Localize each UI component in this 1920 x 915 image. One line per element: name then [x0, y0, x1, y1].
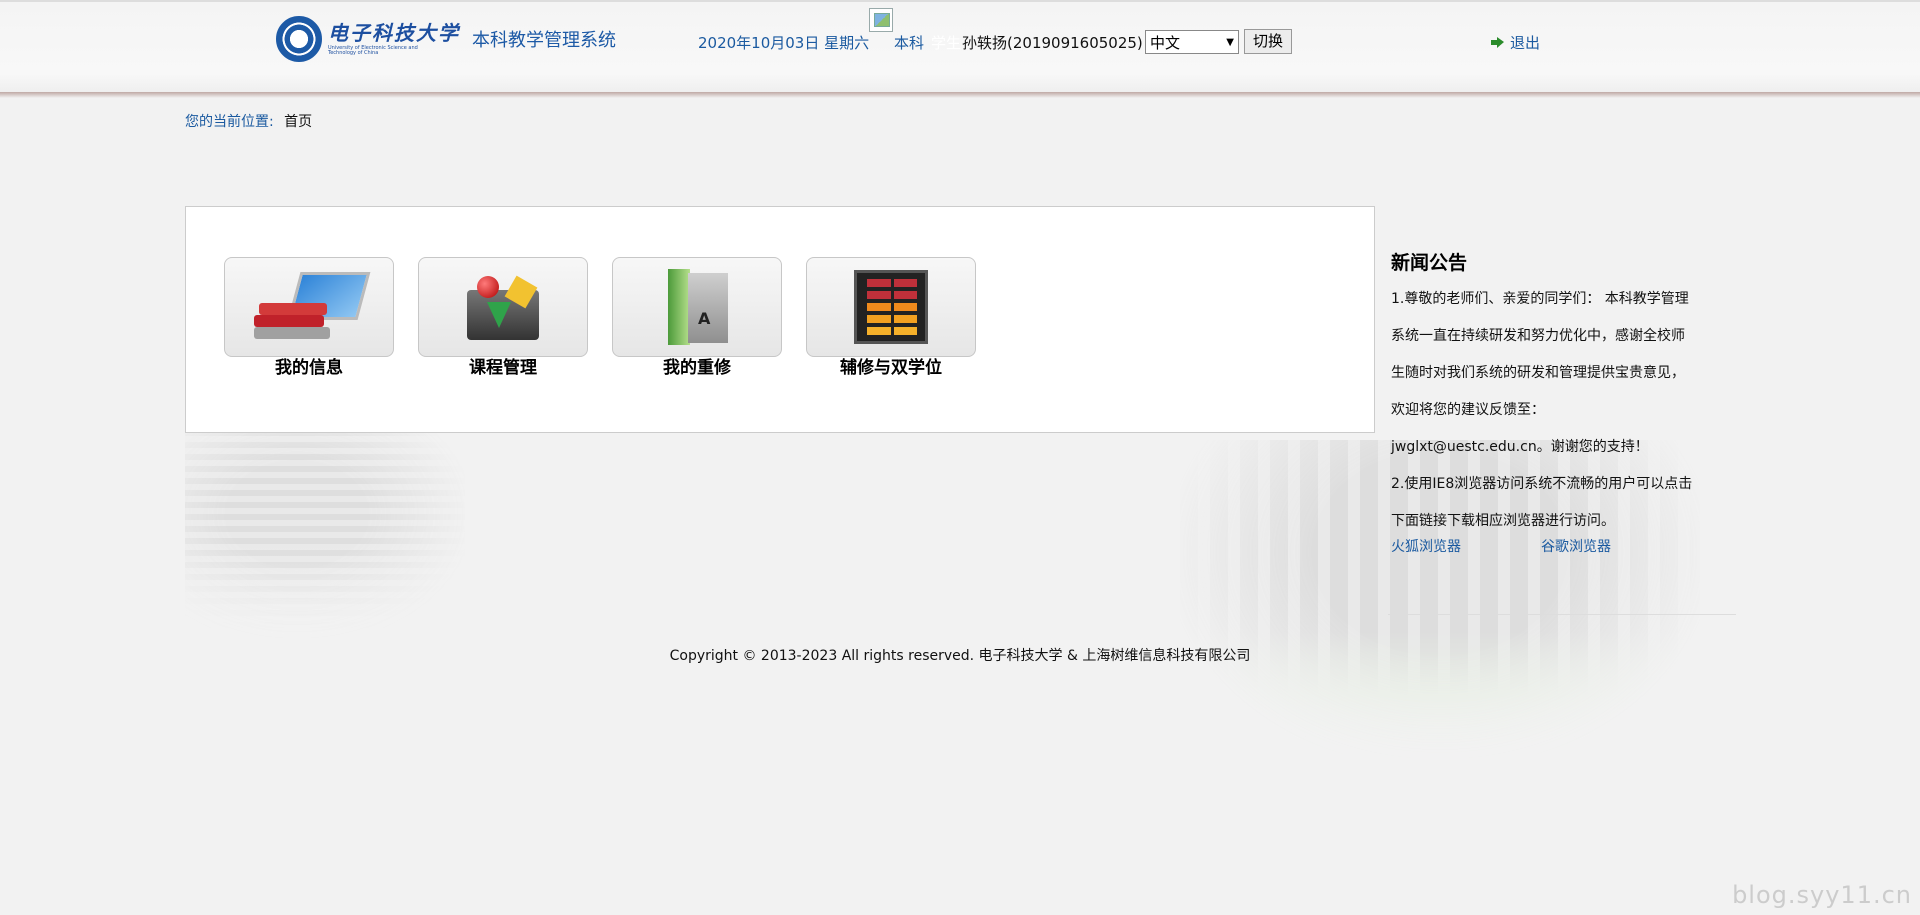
logout-link[interactable]: 退出: [1491, 32, 1540, 53]
news-line: 欢迎将您的建议反馈至：: [1391, 402, 1545, 418]
tile-my-info[interactable]: 我的信息: [224, 257, 394, 379]
news-line: 2.使用IE8浏览器访问系统不流畅的用户可以点击: [1391, 476, 1693, 492]
news-line: 生随时对我们系统的研发和管理提供宝贵意见，: [1391, 365, 1685, 381]
breadcrumb-current[interactable]: 首页: [284, 114, 312, 130]
logout-label: 退出: [1510, 34, 1541, 52]
tile-course-management[interactable]: 课程管理: [418, 257, 588, 379]
news-line: 系统一直在持续研发和努力优化中，感谢全校师: [1391, 328, 1685, 344]
logo-en: University of Electronic Science and Tec…: [328, 44, 418, 56]
user-role: 学生: [931, 34, 962, 52]
chrome-browser-link[interactable]: 谷歌浏览器: [1541, 536, 1611, 556]
language-value: 中文: [1150, 33, 1181, 52]
chevron-down-icon: ▼: [1226, 36, 1234, 48]
logo-text: 电子科技大学 University of Electronic Science …: [328, 23, 460, 56]
course-blocks-icon: [465, 272, 541, 342]
tile-label[interactable]: 我的信息: [224, 357, 394, 379]
tile-minor-double-degree-button[interactable]: [806, 257, 976, 357]
campus-building-background-left: [185, 430, 465, 640]
tile-label[interactable]: 课程管理: [418, 357, 588, 379]
news-line: 1.尊敬的老师们、亲爱的同学们： 本科教学管理: [1391, 291, 1689, 307]
tile-my-retake[interactable]: A 我的重修: [612, 257, 782, 379]
watermark: blog.syy11.cn: [1732, 881, 1912, 909]
news-divider: [1388, 614, 1736, 615]
retake-book-icon: A: [662, 267, 732, 347]
tile-course-management-button[interactable]: [418, 257, 588, 357]
news-title: 新闻公告: [1391, 252, 1468, 274]
tile-minor-double-degree[interactable]: 辅修与双学位: [806, 257, 976, 379]
switch-language-button[interactable]: 切换: [1244, 29, 1292, 54]
minor-grid-icon: [854, 270, 928, 344]
language-select[interactable]: 中文 ▼: [1145, 30, 1239, 54]
tile-my-info-button[interactable]: [224, 257, 394, 357]
news-line: 下面链接下载相应浏览器进行访问。: [1391, 513, 1615, 529]
university-logo[interactable]: 电子科技大学 University of Electronic Science …: [276, 16, 616, 62]
tile-my-retake-button[interactable]: A: [612, 257, 782, 357]
system-title: 本科教学管理系统: [472, 30, 616, 51]
firefox-browser-link[interactable]: 火狐浏览器: [1391, 536, 1461, 556]
user-name: 孙轶扬(2019091605025): [962, 34, 1143, 52]
current-date: 2020年10月03日 星期六: [698, 34, 870, 52]
news-line: jwglxt@uestc.edu.cn。谢谢您的支持！: [1391, 439, 1649, 455]
breadcrumb-label: 您的当前位置:: [185, 114, 274, 130]
tile-label[interactable]: 我的重修: [612, 357, 782, 379]
university-seal-icon: [276, 16, 322, 62]
browser-links: 火狐浏览器 谷歌浏览器: [1391, 536, 1721, 556]
tile-label[interactable]: 辅修与双学位: [806, 357, 976, 379]
news-announcement: 新闻公告 1.尊敬的老师们、亲爱的同学们： 本科教学管理 系统一直在持续研发和努…: [1391, 248, 1721, 556]
broken-image-icon: [869, 8, 893, 32]
books-laptop-icon: [249, 267, 371, 347]
quick-access-panel: 我的信息 课程管理 A 我的重修 辅修与双学位: [185, 206, 1375, 433]
top-header: 电子科技大学 University of Electronic Science …: [0, 0, 1920, 98]
student-level: 本科: [894, 34, 925, 52]
copyright-footer: Copyright © 2013-2023 All rights reserve…: [669, 648, 1251, 664]
breadcrumb: 您的当前位置: 首页: [185, 111, 312, 131]
logout-arrow-icon: [1491, 37, 1504, 48]
logo-cn: 电子科技大学: [328, 20, 460, 45]
